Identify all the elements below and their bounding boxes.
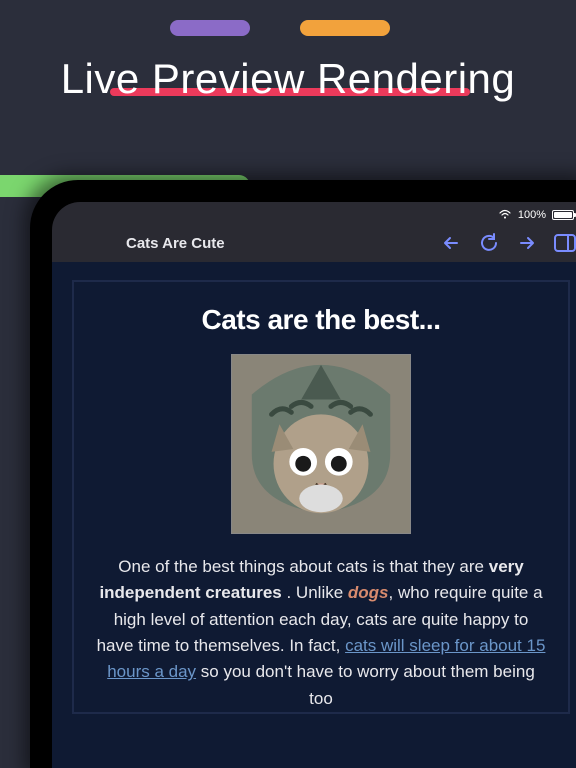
- document-title: Cats Are Cute: [66, 235, 424, 252]
- battery-icon: [552, 210, 574, 220]
- toolbar: Cats Are Cute: [52, 224, 576, 262]
- forward-button[interactable]: [516, 232, 538, 254]
- sidebar-toggle-button[interactable]: [554, 232, 576, 254]
- promo-title: Live Preview Rendering: [0, 55, 576, 103]
- decor-pill-orange: [300, 20, 390, 36]
- wifi-icon: [498, 209, 512, 222]
- preview-pane[interactable]: Cats are the best...: [52, 262, 576, 768]
- decor-pill-purple: [170, 20, 250, 36]
- hero-image: [231, 354, 411, 534]
- reload-button[interactable]: [478, 232, 500, 254]
- text-run: . Unlike: [282, 583, 348, 602]
- device-screen: 100% Cats Are Cute Cats are the best...: [52, 202, 576, 768]
- page-heading: Cats are the best...: [92, 304, 550, 336]
- italic-run: dogs: [348, 583, 389, 602]
- status-bar: 100%: [52, 202, 576, 224]
- text-run: One of the best things about cats is tha…: [118, 557, 488, 576]
- content-card: Cats are the best...: [72, 280, 570, 714]
- battery-percent-label: 100%: [518, 209, 546, 221]
- body-paragraph: One of the best things about cats is tha…: [92, 554, 550, 712]
- text-run: so you don't have to worry about them be…: [196, 662, 535, 707]
- back-button[interactable]: [440, 232, 462, 254]
- device-frame: 100% Cats Are Cute Cats are the best...: [30, 180, 576, 768]
